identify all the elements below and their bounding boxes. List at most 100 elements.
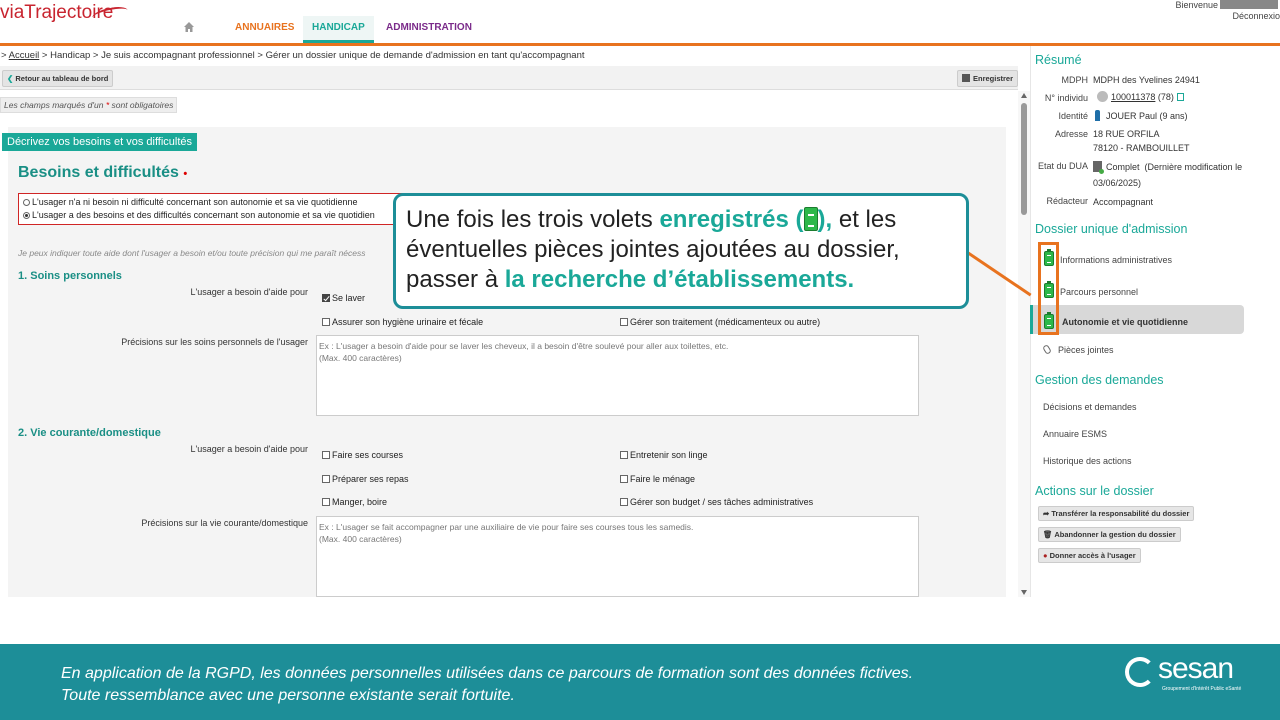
document-complete-icon: [1093, 161, 1104, 174]
users-icon: ●: [1043, 551, 1048, 560]
sidebar-item-annuaire[interactable]: Annuaire ESMS: [1043, 429, 1107, 439]
floppy-disk-icon: [962, 74, 970, 82]
checkbox-unchecked[interactable]: [322, 475, 330, 483]
scroll-up-arrow-icon[interactable]: [1021, 93, 1027, 98]
checkbox-menage[interactable]: Faire le ménage: [620, 474, 695, 484]
sidebar-item-parcours[interactable]: Parcours personnel: [1060, 287, 1138, 297]
checkbox-manger[interactable]: Manger, boire: [322, 497, 387, 507]
identite-text: JOUER Paul (9 ans): [1106, 111, 1188, 121]
checkbox-traitement[interactable]: Gérer son traitement (médicamenteux ou a…: [620, 317, 820, 327]
sidebar-item-decisions[interactable]: Décisions et demandes: [1043, 402, 1137, 412]
sidebar-item-historique[interactable]: Historique des actions: [1043, 456, 1132, 466]
checkbox-hygiene[interactable]: Assurer son hygiène urinaire et fécale: [322, 317, 483, 327]
mdph-value: MDPH des Yvelines 24941: [1093, 75, 1200, 85]
breadcrumb: > Accueil > Handicap > Je suis accompagn…: [1, 50, 585, 61]
checkbox-se-laver[interactable]: Se laver: [322, 293, 365, 303]
section-vie-courante: 2. Vie courante/domestique: [18, 427, 161, 439]
checkbox-label: Faire ses courses: [332, 450, 404, 460]
action-label: Abandonner la gestion du dossier: [1054, 530, 1176, 539]
section-header: Décrivez vos besoins et vos difficultés: [2, 133, 198, 151]
radio-label: L'usager a des besoins et des difficulté…: [32, 210, 375, 220]
etat-extra: (Dernière modification le: [1144, 162, 1243, 172]
nav-administration[interactable]: ADMINISTRATION: [377, 16, 481, 43]
sidebar-item-pieces-jointes[interactable]: Pièces jointes: [1058, 345, 1114, 355]
mandatory-prefix: Les champs marqués d'un: [4, 100, 104, 110]
checkbox-label: Faire le ménage: [630, 474, 696, 484]
adresse-key: Adresse: [1054, 129, 1088, 139]
give-access-button[interactable]: ● Donner accès à l'usager: [1038, 548, 1141, 563]
checkbox-courses[interactable]: Faire ses courses: [322, 450, 403, 460]
form-hint: Je peux indiquer toute aide dont l'usage…: [18, 248, 366, 258]
rgpd-line-1: En application de la RGPD, les données p…: [61, 665, 914, 682]
section-soins-personnels: 1. Soins personnels: [18, 270, 122, 282]
back-to-dashboard-button[interactable]: ❮ Retour au tableau de bord: [2, 70, 114, 87]
logout-link[interactable]: Déconnexio: [1232, 11, 1280, 21]
checkbox-label: Assurer son hygiène urinaire et fécale: [332, 317, 484, 327]
form-title-text: Besoins et difficultés: [18, 164, 179, 181]
checkbox-linge[interactable]: Entretenir son linge: [620, 450, 708, 460]
sidebar-item-infos-admin[interactable]: Informations administratives: [1060, 255, 1172, 265]
form-toolbar: ❮ Retour au tableau de bord Enregistrer: [0, 66, 1019, 90]
rgpd-line-2: Toute ressemblance avec une personne exi…: [61, 687, 515, 704]
abandon-management-button[interactable]: 🗑 Abandonner la gestion du dossier: [1038, 527, 1181, 542]
vie-need-label: L'usager a besoin d'aide pour: [190, 444, 308, 454]
vie-precisions-label: Précisions sur la vie courante/domestiqu…: [141, 518, 308, 528]
callout-highlight-2: la recherche d’établissements.: [504, 266, 855, 293]
checkbox-label: Manger, boire: [332, 497, 388, 507]
individu-value: 100011378 (78): [1097, 91, 1184, 102]
checkbox-repas[interactable]: Préparer ses repas: [322, 474, 409, 484]
save-button[interactable]: Enregistrer: [957, 70, 1019, 87]
home-icon[interactable]: [183, 21, 195, 33]
mandatory-suffix: sont obligatoires: [111, 100, 174, 110]
sidebar-item-autonomie[interactable]: Autonomie et vie quotidienne: [1030, 305, 1244, 334]
action-label: Donner accès à l'usager: [1049, 551, 1136, 560]
app-logo[interactable]: viaTrajectoire: [0, 2, 129, 24]
top-bar: viaTrajectoire ANNUAIRES HANDICAP ADMINI…: [0, 0, 1280, 46]
radio-option-no-need[interactable]: L'usager n'a ni besoin ni difficulté con…: [23, 197, 358, 207]
checkbox-unchecked[interactable]: [322, 498, 330, 506]
checkbox-unchecked[interactable]: [620, 451, 628, 459]
individu-key: N° individu: [1044, 93, 1088, 103]
radio-selected[interactable]: [23, 212, 30, 219]
radio-unselected[interactable]: [23, 199, 30, 206]
sesan-logo: sesan: [1158, 652, 1234, 685]
action-label: Transférer la responsabilité du dossier: [1051, 509, 1190, 518]
radio-option-has-needs[interactable]: L'usager a des besoins et des difficulté…: [23, 210, 375, 220]
rgpd-notice: En application de la RGPD, les données p…: [61, 663, 913, 707]
scroll-thumb[interactable]: [1021, 103, 1027, 215]
nav-handicap[interactable]: HANDICAP: [303, 16, 374, 43]
checkbox-label: Entretenir son linge: [630, 450, 708, 460]
individu-dept: (78): [1155, 92, 1174, 102]
checkbox-unchecked[interactable]: [322, 318, 330, 326]
checkbox-unchecked[interactable]: [322, 451, 330, 459]
chevron-left-icon: ❮: [7, 74, 14, 83]
trash-icon: 🗑: [1043, 530, 1053, 539]
copy-icon[interactable]: [1176, 93, 1184, 101]
nav-annuaires[interactable]: ANNUAIRES: [226, 16, 303, 43]
dossier-heading: Dossier unique d'admission: [1035, 222, 1188, 236]
etat-value: Complet (Dernière modification le: [1093, 161, 1243, 174]
checkbox-checked[interactable]: [322, 294, 330, 302]
checkbox-budget[interactable]: Gérer son budget / ses tâches administra…: [620, 497, 813, 507]
soins-precisions-textarea[interactable]: Ex : L'usager a besoin d'aide pour se la…: [316, 335, 919, 416]
vie-precisions-textarea[interactable]: Ex : L'usager se fait accompagner par un…: [316, 516, 919, 597]
checkbox-unchecked[interactable]: [620, 318, 628, 326]
gestion-heading: Gestion des demandes: [1035, 373, 1164, 387]
identite-value: JOUER Paul (9 ans): [1093, 110, 1188, 121]
individu-link[interactable]: 100011378: [1111, 92, 1155, 102]
breadcrumb-home-link[interactable]: Accueil: [9, 50, 40, 61]
soins-precisions-label: Précisions sur les soins personnels de l…: [121, 337, 308, 347]
checkbox-unchecked[interactable]: [620, 475, 628, 483]
resume-heading: Résumé: [1035, 53, 1082, 67]
actions-heading: Actions sur le dossier: [1035, 484, 1154, 498]
checkbox-label: Gérer son traitement (médicamenteux ou a…: [630, 317, 821, 327]
checkbox-unchecked[interactable]: [620, 498, 628, 506]
back-label: Retour au tableau de bord: [15, 74, 109, 83]
transfer-responsibility-button[interactable]: ➦ Transférer la responsabilité du dossie…: [1038, 506, 1195, 521]
scroll-down-arrow-icon[interactable]: [1021, 590, 1027, 595]
form-title: Besoins et difficultés •: [18, 164, 187, 182]
checkbox-label: Se laver: [332, 293, 366, 303]
breadcrumb-path: > Handicap > Je suis accompagnant profes…: [39, 50, 585, 61]
highlight-frame: [1038, 242, 1059, 335]
redacteur-value: Accompagnant: [1093, 197, 1154, 207]
